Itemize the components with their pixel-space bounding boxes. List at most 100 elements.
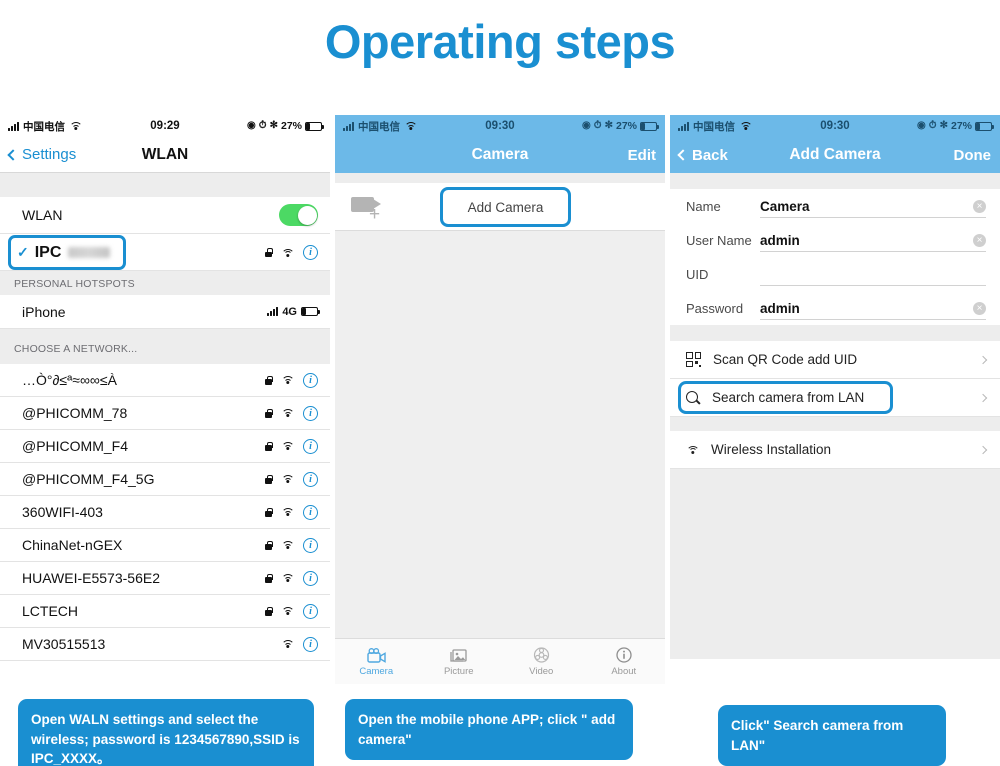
tab-about[interactable]: About	[583, 639, 666, 684]
info-icon[interactable]: i	[303, 405, 318, 421]
nav-bar-wlan: Settings WLAN	[0, 137, 330, 173]
info-icon[interactable]: i	[303, 372, 318, 388]
clear-icon[interactable]: ×	[973, 233, 986, 247]
lock-icon	[265, 507, 273, 517]
field-input-username[interactable]: admin ×	[760, 223, 986, 257]
network-row-icons: i	[281, 636, 318, 652]
field-row-name: Name Camera ×	[670, 189, 1000, 223]
network-name: ChinaNet-nGEX	[22, 537, 123, 553]
tab-video[interactable]: Video	[500, 639, 583, 684]
network-row[interactable]: @PHICOMM_F4_5G i	[0, 463, 330, 496]
lock-icon	[265, 540, 273, 550]
battery-percent-label: 27%	[950, 120, 972, 132]
menu-row-scan-qr[interactable]: Scan QR Code add UID	[670, 341, 1000, 379]
done-button[interactable]: Done	[954, 147, 992, 164]
lock-icon	[265, 408, 273, 418]
battery-icon	[640, 121, 659, 131]
back-button[interactable]: Back	[677, 147, 728, 164]
phone-screen-camera-app: 中国电信 09:30 ◉ ⏱ ✻ 27% Camera Edit + Add C…	[335, 115, 665, 685]
field-row-username: User Name admin ×	[670, 223, 1000, 257]
plus-icon: +	[369, 203, 381, 225]
wlan-toggle-row[interactable]: WLAN	[0, 197, 330, 234]
network-row-icons: i	[265, 603, 318, 619]
info-icon[interactable]: i	[303, 471, 318, 487]
field-underline	[760, 251, 986, 252]
back-button-label: Settings	[22, 146, 77, 163]
battery-percent-label: 27%	[280, 120, 302, 132]
wlan-toggle-switch[interactable]	[279, 204, 318, 226]
info-icon[interactable]: i	[303, 245, 318, 260]
hotspot-row-iphone[interactable]: iPhone 4G	[0, 295, 330, 329]
info-icon[interactable]: i	[303, 504, 318, 520]
network-row[interactable]: ChinaNet-nGEX i	[0, 529, 330, 562]
form-spacer-top	[670, 173, 1000, 189]
field-input-uid[interactable]	[760, 257, 986, 291]
info-icon[interactable]: i	[303, 438, 318, 454]
tab-label-picture: Picture	[443, 666, 474, 677]
field-value-username: admin	[760, 232, 800, 248]
clear-icon[interactable]: ×	[973, 199, 986, 213]
status-bar-right-group: ◉ ⏱ ✻ 27%	[582, 120, 659, 132]
clear-icon[interactable]: ×	[973, 301, 986, 315]
field-input-name[interactable]: Camera ×	[760, 189, 986, 223]
field-underline	[760, 217, 986, 218]
info-icon[interactable]: i	[303, 603, 318, 619]
wlan-toggle-label: WLAN	[22, 207, 63, 223]
field-label-password: Password	[686, 300, 744, 316]
alarm-clock-icon: ⏱	[258, 120, 267, 131]
network-row[interactable]: 360WIFI-403 i	[0, 496, 330, 529]
picture-icon	[449, 646, 468, 663]
info-icon[interactable]: i	[303, 537, 318, 553]
network-name: @PHICOMM_78	[22, 405, 128, 421]
network-row[interactable]: …Ò°∂≤ª≈∞∞≤À i	[0, 364, 330, 397]
network-row[interactable]: @PHICOMM_78 i	[0, 397, 330, 430]
content-spacer	[335, 173, 665, 183]
selected-network-row[interactable]: ✓ IPC i	[0, 234, 330, 271]
add-camera-button[interactable]: Add Camera	[440, 187, 571, 227]
camera-list-empty-area	[335, 231, 665, 638]
battery-icon	[975, 121, 994, 131]
bottom-filler-area	[670, 469, 1000, 659]
info-icon[interactable]: i	[303, 636, 318, 652]
bluetooth-icon: ✻	[939, 120, 948, 131]
info-icon[interactable]: i	[303, 570, 318, 586]
wifi-signal-icon	[281, 639, 294, 649]
add-camera-form: Name Camera × User Name admin × UID Pass…	[670, 189, 1000, 325]
wifi-signal-icon	[281, 606, 294, 616]
caption-step-3: Click" Search camera from LAN"	[718, 705, 946, 766]
network-name: MV30515513	[22, 636, 106, 652]
add-camera-bar: + Add Camera	[335, 183, 665, 231]
network-row[interactable]: LCTECH i	[0, 595, 330, 628]
field-label-name: Name	[686, 198, 721, 214]
camcorder-icon	[367, 646, 386, 663]
field-label-username: User Name	[686, 232, 752, 248]
signal-bars-icon	[678, 121, 689, 131]
wifi-signal-icon	[281, 408, 294, 418]
lock-icon	[265, 441, 273, 451]
tab-label-about: About	[611, 666, 637, 677]
video-reel-icon	[533, 646, 550, 663]
edit-button[interactable]: Edit	[628, 147, 656, 164]
menu-row-wireless-install[interactable]: Wireless Installation	[670, 431, 1000, 469]
field-underline	[760, 285, 986, 286]
network-row[interactable]: @PHICOMM_F4 i	[0, 430, 330, 463]
nav-title-camera: Camera	[471, 146, 529, 163]
page-title: Operating steps	[324, 15, 676, 68]
field-value-password: admin	[760, 300, 800, 316]
network-row[interactable]: MV30515513 i	[0, 628, 330, 661]
network-row[interactable]: HUAWEI-E5573-56E2 i	[0, 562, 330, 595]
field-value-name: Camera	[760, 198, 810, 214]
field-input-password[interactable]: admin ×	[760, 291, 986, 325]
signal-bars-icon	[8, 121, 19, 131]
wifi-signal-icon	[281, 507, 294, 517]
wifi-signal-icon	[281, 573, 294, 583]
tab-camera[interactable]: Camera	[335, 639, 418, 684]
wifi-status-icon	[69, 121, 82, 131]
tab-picture[interactable]: Picture	[418, 639, 501, 684]
network-name: HUAWEI-E5573-56E2	[22, 570, 160, 586]
chevron-left-icon	[7, 148, 19, 161]
back-to-settings-button[interactable]: Settings	[7, 146, 77, 163]
form-spacer-mid	[670, 325, 1000, 341]
info-icon	[616, 646, 632, 663]
signal-bars-icon	[267, 307, 279, 316]
